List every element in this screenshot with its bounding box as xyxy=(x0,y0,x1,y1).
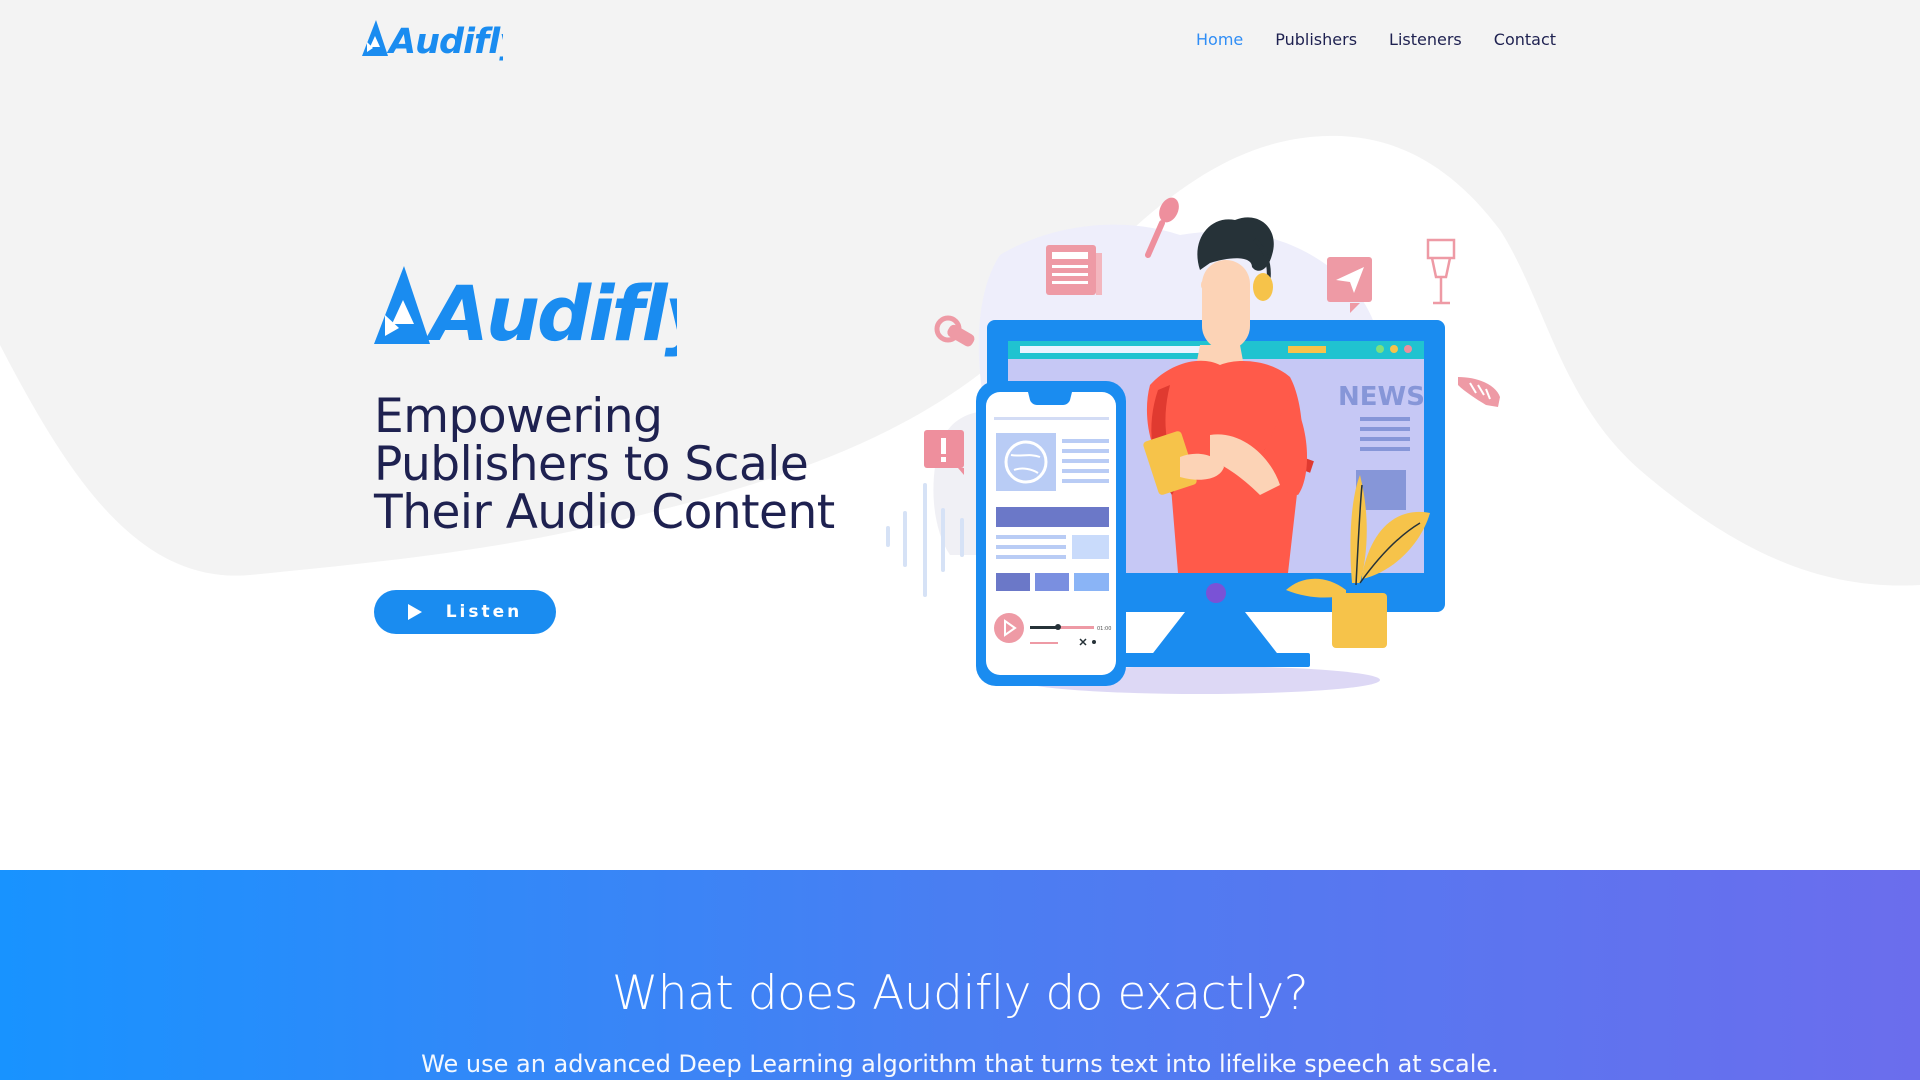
features-subtitle: We use an advanced Deep Learning algorit… xyxy=(421,1050,1499,1078)
nav-publishers[interactable]: Publishers xyxy=(1259,27,1373,53)
top-navbar: Audifly Home Publishers Listeners Contac… xyxy=(0,0,1920,80)
hero-logo-text: Audifly xyxy=(425,269,677,358)
nav-logo-text: Audifly xyxy=(386,22,503,62)
nav-contact[interactable]: Contact xyxy=(1478,27,1572,53)
listen-button-label: Listen xyxy=(445,602,523,622)
audifly-logo-nav[interactable]: Audifly xyxy=(358,12,503,64)
hero-headline-line-3: Their Audio Content xyxy=(374,485,835,540)
hero-illustration: NEWS 01:00 xyxy=(886,197,1500,694)
main-nav: Home Publishers Listeners Contact xyxy=(1180,27,1572,53)
listen-button[interactable]: Listen xyxy=(374,590,556,634)
hero-headline-line-2: Publishers to Scale xyxy=(374,437,809,492)
hero-headline: Empowering Publishers to Scale Their Aud… xyxy=(374,393,894,537)
nav-listeners[interactable]: Listeners xyxy=(1373,27,1478,53)
audifly-logo-hero: Audifly xyxy=(374,266,677,358)
features-title: What does Audifly do exactly? xyxy=(611,966,1309,1021)
hero-section: Audifly Home Publishers Listeners Contac… xyxy=(0,0,1920,870)
basketball-hoop-icon xyxy=(1426,238,1456,305)
screen-headline: NEWS xyxy=(1338,382,1425,412)
player-time: 01:00 xyxy=(1097,626,1111,632)
play-icon xyxy=(407,604,422,620)
sneaker-icon xyxy=(1458,377,1500,407)
phone-graphic: 01:00 xyxy=(976,381,1126,686)
features-section: What does Audifly do exactly? We use an … xyxy=(0,870,1920,1080)
nav-home[interactable]: Home xyxy=(1180,27,1259,53)
hero-headline-line-1: Empowering xyxy=(374,389,663,444)
whistle-icon xyxy=(934,315,975,347)
newspaper-icon xyxy=(1046,245,1102,295)
